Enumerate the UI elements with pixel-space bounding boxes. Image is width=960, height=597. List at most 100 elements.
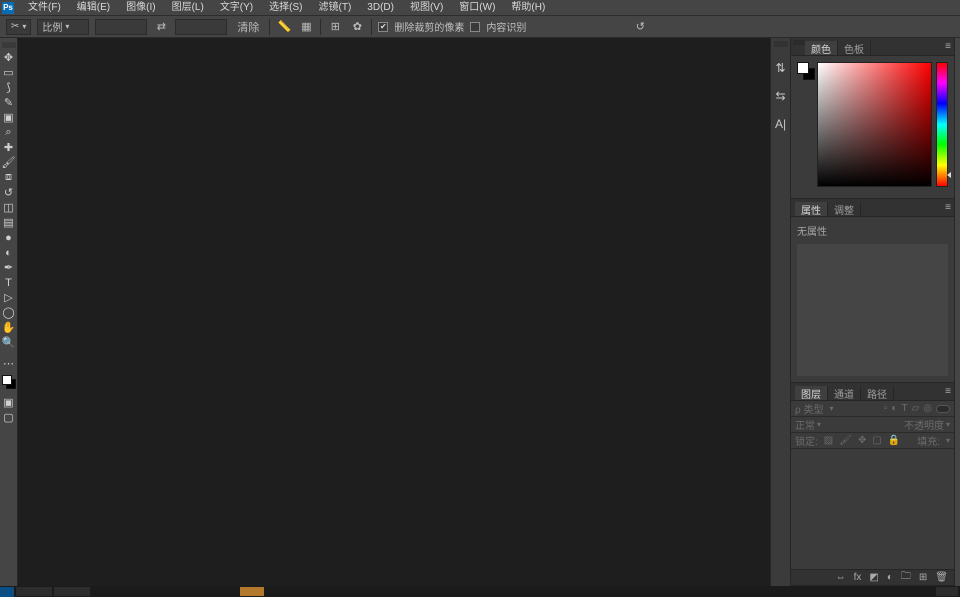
lock-all-icon[interactable]: 🔒	[888, 435, 900, 446]
aspect-ratio-dropdown[interactable]: 比例 ▾	[37, 19, 89, 35]
menu-type[interactable]: 文字(Y)	[212, 0, 261, 15]
lock-pixels-icon[interactable]: 🖌	[839, 435, 852, 446]
clone-stamp-tool[interactable]: ⧈	[0, 170, 18, 185]
chevron-down-icon[interactable]: ▾	[829, 404, 833, 413]
crop-tool[interactable]: ▣	[0, 110, 18, 125]
move-tool[interactable]: ✥	[0, 50, 18, 65]
color-tab[interactable]: 颜色	[805, 41, 838, 55]
width-field[interactable]	[95, 19, 147, 35]
system-tray[interactable]	[936, 587, 958, 596]
swap-dimensions-icon[interactable]: ⇄	[153, 19, 169, 35]
overlay-options-icon[interactable]: ▦	[298, 19, 314, 35]
hue-slider[interactable]	[936, 62, 948, 187]
start-button[interactable]	[0, 587, 14, 597]
toolbox-collapse-handle[interactable]	[2, 42, 16, 48]
filter-adjust-icon[interactable]: ◐	[891, 403, 897, 414]
settings-gear-icon[interactable]: ✿	[349, 19, 365, 35]
straighten-icon[interactable]: 📏	[276, 19, 292, 35]
menu-filter[interactable]: 滤镜(T)	[311, 0, 360, 15]
menu-edit[interactable]: 编辑(E)	[69, 0, 118, 15]
panel-menu-icon[interactable]: ≡	[945, 386, 951, 397]
menu-3d[interactable]: 3D(D)	[359, 0, 402, 15]
adjustments-tab[interactable]: 调整	[828, 202, 861, 216]
paths-tab[interactable]: 路径	[861, 386, 894, 400]
panel-fgbg-swatches[interactable]	[797, 62, 813, 192]
layers-footer: ⇔ fx ◩ ◐ 🗀 ⊞ 🗑	[791, 569, 954, 585]
filter-smart-icon[interactable]: ◎	[923, 403, 932, 414]
layer-mask-icon[interactable]: ◩	[869, 572, 878, 583]
blur-tool[interactable]: ●	[0, 230, 18, 245]
eraser-tool[interactable]: ◫	[0, 200, 18, 215]
history-brush-tool[interactable]: ↺	[0, 185, 18, 200]
pen-tool[interactable]: ✒	[0, 260, 18, 275]
document-canvas[interactable]	[18, 38, 770, 586]
menu-select[interactable]: 选择(S)	[261, 0, 310, 15]
menu-help[interactable]: 帮助(H)	[503, 0, 553, 15]
character-panel-icon[interactable]: A|	[775, 117, 786, 131]
delete-cropped-checkbox[interactable]	[378, 22, 388, 32]
lasso-tool[interactable]: ⟆	[0, 80, 18, 95]
grid-options-icon[interactable]: ⊞	[327, 19, 343, 35]
lock-position-icon[interactable]: ✥	[858, 435, 866, 446]
filter-type-icon[interactable]: T	[901, 403, 907, 414]
menu-view[interactable]: 视图(V)	[402, 0, 451, 15]
hand-tool[interactable]: ✋	[0, 320, 18, 335]
filter-pixel-icon[interactable]: ▫	[884, 403, 888, 414]
new-group-icon[interactable]: 🗀	[901, 569, 911, 586]
healing-brush-tool[interactable]: ✚	[0, 140, 18, 155]
marquee-tool[interactable]: ▭	[0, 65, 18, 80]
layers-list-empty	[791, 449, 954, 569]
panel-collapse-handle[interactable]	[793, 40, 805, 45]
reset-icon[interactable]: ↺	[632, 19, 648, 35]
adjustments-panel-icon[interactable]: ⇆	[775, 89, 785, 103]
clear-button[interactable]: 清除	[233, 19, 263, 35]
zoom-tool[interactable]: 🔍	[0, 335, 18, 350]
panel-fg-swatch[interactable]	[797, 62, 809, 74]
layer-style-icon[interactable]: fx	[854, 572, 862, 583]
delete-layer-icon[interactable]: 🗑	[935, 572, 948, 583]
adjustment-layer-icon[interactable]: ◐	[887, 572, 893, 583]
new-layer-icon[interactable]: ⊞	[919, 572, 927, 583]
content-aware-checkbox[interactable]	[470, 22, 480, 32]
swatches-tab[interactable]: 色板	[838, 41, 871, 55]
dodge-tool[interactable]: ◐	[0, 245, 18, 260]
channels-tab[interactable]: 通道	[828, 386, 861, 400]
quick-select-tool[interactable]: ✎	[0, 95, 18, 110]
lock-transparency-icon[interactable]: ▨	[824, 435, 833, 446]
menu-image[interactable]: 图像(I)	[118, 0, 163, 15]
lock-artboard-icon[interactable]: ▢	[872, 435, 881, 446]
brush-tool[interactable]: 🖌	[0, 155, 18, 170]
taskbar-item[interactable]	[54, 587, 90, 596]
saturation-value-picker[interactable]	[817, 62, 932, 187]
foreground-color-swatch[interactable]	[2, 375, 12, 385]
panel-menu-icon[interactable]: ≡	[945, 202, 951, 213]
link-layers-icon[interactable]: ⇔	[836, 572, 846, 583]
path-select-tool[interactable]: ▷	[0, 290, 18, 305]
panel-menu-icon[interactable]: ≡	[945, 41, 951, 52]
history-panel-icon[interactable]: ⇅	[775, 61, 785, 75]
quickmask-toggle[interactable]: ▣	[0, 395, 18, 410]
gradient-tool[interactable]: ▤	[0, 215, 18, 230]
taskbar-item-active[interactable]	[240, 587, 264, 596]
dock-collapse-handle[interactable]	[774, 41, 788, 47]
options-bar: ✂ ▾ 比例 ▾ ⇄ 清除 📏 ▦ ⊞ ✿ 删除裁剪的像素 内容识别 ↺	[0, 15, 960, 38]
height-field[interactable]	[175, 19, 227, 35]
shape-tool[interactable]: ◯	[0, 305, 18, 320]
menu-window[interactable]: 窗口(W)	[451, 0, 503, 15]
properties-tab[interactable]: 属性	[795, 202, 828, 216]
blend-mode-dropdown[interactable]: 正常	[795, 417, 815, 432]
panel-scrollbar[interactable]	[954, 38, 960, 586]
type-tool[interactable]: T	[0, 275, 18, 290]
menu-file[interactable]: 文件(F)	[20, 0, 69, 15]
screenmode-toggle[interactable]: ▢	[0, 410, 18, 425]
color-swatches[interactable]	[2, 375, 16, 389]
layers-tab[interactable]: 图层	[795, 386, 828, 400]
tool-preset-dropdown[interactable]: ✂ ▾	[6, 19, 31, 35]
taskbar-item[interactable]	[16, 587, 52, 596]
eyedropper-tool[interactable]: ⌕	[0, 125, 18, 140]
filter-toggle[interactable]	[936, 405, 950, 413]
edit-toolbar[interactable]: ⋯	[0, 356, 18, 371]
filter-shape-icon[interactable]: ▱	[912, 403, 920, 414]
menu-layer[interactable]: 图层(L)	[164, 0, 212, 15]
properties-panel: 属性 调整 ≡ 无属性	[791, 199, 954, 383]
